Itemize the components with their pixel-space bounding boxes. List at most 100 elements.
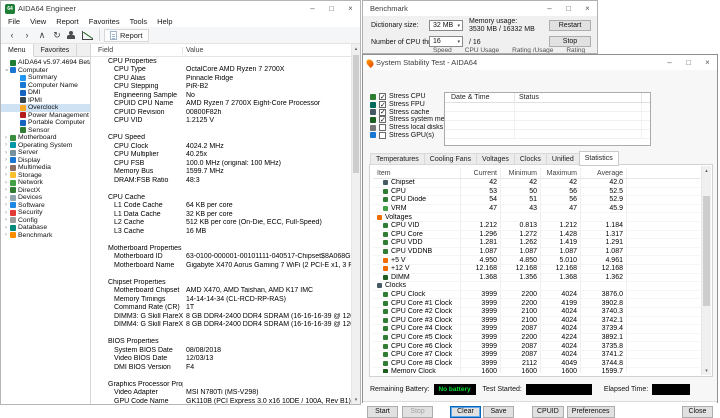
expander-icon[interactable]: ›	[3, 217, 9, 223]
stop-button[interactable]: Stop	[549, 36, 591, 47]
tree-item[interactable]: Overclock	[1, 104, 90, 112]
close-icon[interactable]: ×	[341, 1, 360, 16]
property-row[interactable]: Memory Timings 14-14-14-34 (CL-RCD-RP-RA…	[91, 295, 351, 304]
tree-item[interactable]: › Motherboard	[1, 134, 90, 142]
property-row[interactable]	[91, 329, 351, 338]
tree-item[interactable]: Summary	[1, 74, 90, 82]
property-row[interactable]: System BIOS Date 08/08/2018	[91, 346, 351, 355]
stats-row[interactable]: CPU VDDNB 1.087 1.087 1.087 1.087	[373, 247, 700, 257]
property-row[interactable]: GPU Code Name GK110B (PCI Express 3.0 x1…	[91, 397, 351, 404]
stats-row[interactable]: +12 V 12.168 12.168 12.168 12.168	[373, 264, 700, 274]
checkbox[interactable]	[379, 124, 386, 132]
dialog-button[interactable]: Close	[682, 405, 713, 418]
graph-icon[interactable]	[80, 28, 94, 42]
maximize-icon[interactable]: □	[322, 1, 341, 16]
menu-item[interactable]: Favorites	[84, 17, 125, 26]
restart-button[interactable]: Restart	[549, 20, 591, 31]
menu-item[interactable]: View	[25, 17, 51, 26]
stats-column-current[interactable]: Current	[461, 168, 501, 178]
property-row[interactable]: Motherboard Chipset AMD X470, AMD Taisha…	[91, 287, 351, 296]
expander-icon[interactable]: ›	[3, 150, 9, 156]
scroll-up-icon[interactable]: ▴	[702, 166, 711, 175]
property-row[interactable]	[91, 185, 351, 194]
property-row[interactable]: DIMM3: G Skill FlareX F4-320... 8 GB DDR…	[91, 312, 351, 321]
scroll-down-icon[interactable]: ▾	[352, 395, 360, 404]
property-row[interactable]: Video BIOS Date 12/03/13	[91, 355, 351, 364]
property-row[interactable]: Video Adapter MSI N780Ti (MS-V298)	[91, 389, 351, 398]
tab[interactable]: Unified	[545, 153, 579, 165]
property-row[interactable]	[91, 270, 351, 279]
tab[interactable]: Cooling Fans	[423, 153, 477, 165]
dialog-button[interactable]: Save	[483, 405, 514, 418]
property-row[interactable]: Memory Bus 1599.7 MHz	[91, 168, 351, 177]
stats-column-maximum[interactable]: Maximum	[541, 168, 581, 178]
tree-item[interactable]: › Config	[1, 217, 90, 225]
tree-item[interactable]: › Benchmark	[1, 232, 90, 240]
tab[interactable]: Statistics	[578, 151, 619, 166]
property-row[interactable]: Motherboard Properties	[91, 244, 351, 253]
expander-icon[interactable]: ›	[3, 225, 9, 231]
expander-icon[interactable]: ›	[3, 142, 9, 148]
tree-item[interactable]: › DirectX	[1, 187, 90, 195]
tree-item[interactable]: › Security	[1, 209, 90, 217]
property-row[interactable]: CPU Multiplier 40.25x	[91, 151, 351, 160]
stats-row[interactable]: CPU VID 1.212 0.813 1.212 1.184	[373, 221, 700, 231]
property-row[interactable]: CPU Type OctalCore AMD Ryzen 7 2700X	[91, 66, 351, 75]
menu-item[interactable]: File	[3, 17, 25, 26]
tab-favorites[interactable]: Favorites	[34, 44, 78, 56]
tree-item[interactable]: DMI	[1, 89, 90, 97]
property-row[interactable]: Command Rate (CR) 1T	[91, 304, 351, 313]
maximize-icon[interactable]: □	[559, 1, 578, 16]
tree-item[interactable]: › Server	[1, 149, 90, 157]
column-header-field[interactable]: Field	[91, 46, 183, 54]
report-button[interactable]: Report	[104, 28, 149, 42]
property-row[interactable]: CPU Clock 4024.2 MHz	[91, 142, 351, 151]
minimize-icon[interactable]: –	[540, 1, 559, 16]
tree-item[interactable]: › Computer	[1, 67, 90, 75]
log-column-status[interactable]: Status	[515, 93, 642, 102]
property-row[interactable]: Engineering Sample No	[91, 91, 351, 100]
dialog-button[interactable]: Clear	[450, 405, 481, 418]
dialog-button[interactable]: Preferences	[566, 405, 615, 418]
property-row[interactable]: DRAM:FSB Ratio 48:3	[91, 176, 351, 185]
scroll-down-icon[interactable]: ▾	[702, 366, 711, 375]
up-icon[interactable]: ∧	[35, 28, 49, 42]
stats-row[interactable]: CPU Core #6 Clock 3999 2087 4024 3735.8	[373, 342, 700, 351]
stats-row[interactable]: CPU Core #4 Clock 3999 2087 4024 3739.4	[373, 325, 700, 334]
tree-item[interactable]: › Devices	[1, 194, 90, 202]
main-titlebar[interactable]: 64 AIDA64 Engineer – □ ×	[1, 1, 360, 16]
property-row[interactable]: CPU FSB 100.0 MHz (original: 100 MHz)	[91, 159, 351, 168]
properties-scrollbar[interactable]: ▴ ▾	[351, 44, 360, 404]
refresh-icon[interactable]: ↻	[50, 28, 64, 42]
tab-menu[interactable]: Menu	[1, 44, 34, 57]
property-row[interactable]: CPU VID 1.2125 V	[91, 117, 351, 126]
expander-icon[interactable]: ›	[3, 67, 9, 73]
stats-row[interactable]: CPU VDD 1.281 1.262 1.419 1.291	[373, 239, 700, 248]
stats-row[interactable]: VRM 47 43 47 45.9	[373, 204, 700, 214]
benchmark-titlebar[interactable]: Benchmark – □ ×	[363, 1, 597, 16]
stats-column-item[interactable]: Item	[373, 168, 461, 178]
tree-item[interactable]: › Database	[1, 224, 90, 232]
stats-row[interactable]: CPU Diode 54 51 56 52.9	[373, 196, 700, 205]
scroll-thumb[interactable]	[703, 196, 710, 306]
stats-row[interactable]: CPU Clock 3999 2200 4024 3876.0	[373, 290, 700, 300]
tree-item[interactable]: AIDA64 v5.97.4694 Beta	[1, 59, 90, 67]
stats-row[interactable]: DIMM 1.368 1.356 1.368 1.362	[373, 273, 700, 283]
close-icon[interactable]: ×	[698, 55, 717, 70]
checkbox[interactable]	[379, 116, 386, 124]
column-header-value[interactable]: Value	[183, 47, 360, 54]
scroll-thumb[interactable]	[353, 55, 359, 173]
menu-item[interactable]: Report	[51, 17, 84, 26]
property-row[interactable]: CPU Properties	[91, 57, 351, 66]
property-row[interactable]: Graphics Processor Properties	[91, 380, 351, 389]
expander-icon[interactable]: ›	[3, 195, 9, 201]
stats-row[interactable]: CPU Core #7 Clock 3999 2087 4024 3741.2	[373, 350, 700, 360]
stats-row[interactable]: CPU Core #1 Clock 3999 2200 4199 3902.8	[373, 299, 700, 308]
stats-row[interactable]: Chipset 42 42 42 42.0	[373, 179, 700, 188]
property-row[interactable]: Motherboard ID 63-0100-000001-00101111-0…	[91, 253, 351, 262]
property-row[interactable]	[91, 372, 351, 381]
dialog-button[interactable]: Stop	[402, 405, 433, 418]
tree-item[interactable]: › Storage	[1, 172, 90, 180]
expander-icon[interactable]: ›	[3, 180, 9, 186]
property-row[interactable]: BIOS Properties	[91, 338, 351, 347]
